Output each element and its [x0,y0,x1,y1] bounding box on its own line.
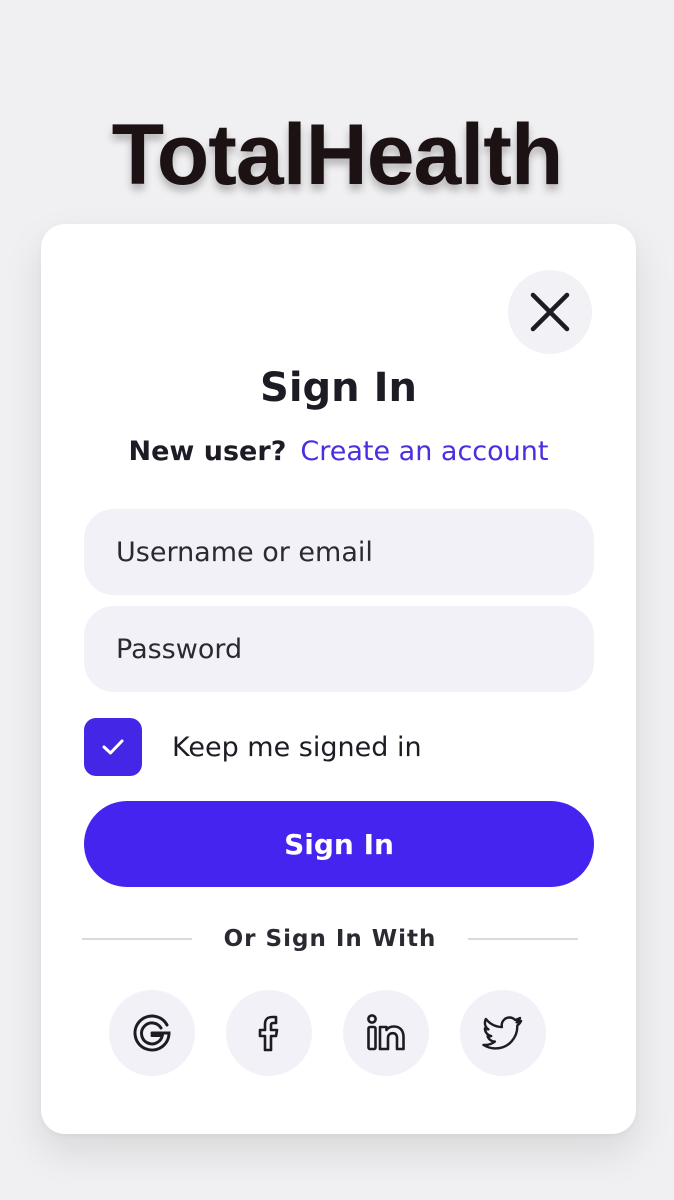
username-field-wrapper [84,509,594,595]
create-account-link[interactable]: Create an account [300,436,548,467]
google-sign-in-button[interactable] [109,990,195,1076]
twitter-icon [482,1016,523,1050]
keep-signed-in-row[interactable]: Keep me signed in [84,718,422,776]
divider-line-left [82,938,192,940]
linkedin-sign-in-button[interactable] [343,990,429,1076]
password-field-wrapper [84,606,594,692]
social-divider: Or Sign In With [82,926,579,952]
username-input[interactable] [114,535,564,569]
linkedin-icon [367,1014,405,1051]
signup-prompt: New user? Create an account [41,432,636,472]
dialog-title: Sign In [260,365,417,411]
google-icon [133,1014,171,1052]
keep-signed-in-label: Keep me signed in [172,731,422,763]
twitter-sign-in-button[interactable] [460,990,546,1076]
close-button[interactable] [508,270,592,354]
facebook-icon [258,1015,279,1052]
password-input[interactable] [114,632,564,666]
sign-in-dialog: Sign In New user? Create an account Keep … [41,224,636,1134]
close-icon [530,292,570,332]
facebook-sign-in-button[interactable] [226,990,312,1076]
sign-in-button[interactable]: Sign In [84,801,594,887]
keep-signed-in-checkbox[interactable] [84,718,142,776]
divider-text: Or Sign In With [223,926,437,952]
brand-logo-text: TotalHealth [111,107,564,203]
checkmark-icon [102,739,124,755]
new-user-text: New user? [128,436,287,467]
social-login-buttons [109,990,546,1076]
divider-line-right [468,938,579,940]
